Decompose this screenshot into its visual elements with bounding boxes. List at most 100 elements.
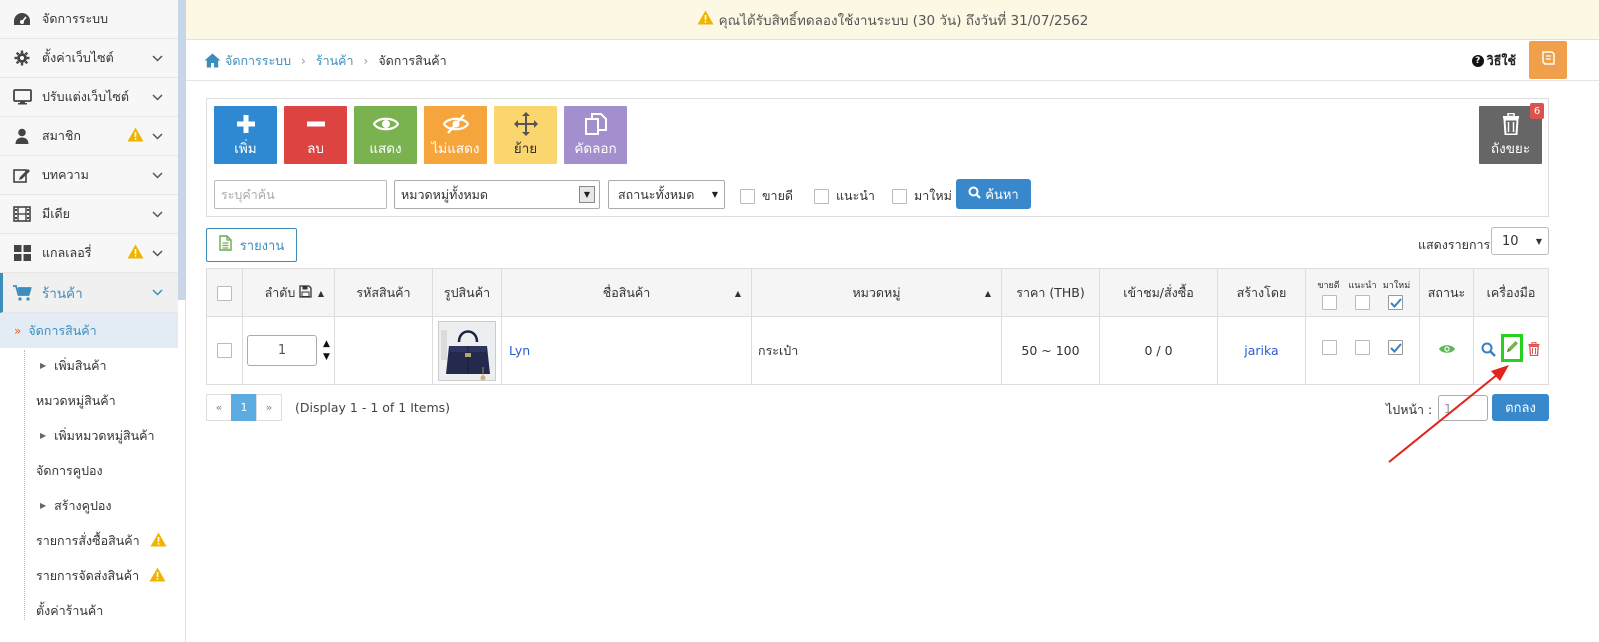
- hide-label: ไม่แสดง: [431, 141, 480, 157]
- header-name-label: ชื่อสินค้า: [602, 285, 651, 300]
- product-name-link[interactable]: Lyn: [509, 343, 530, 358]
- chevron-down-icon: [150, 54, 164, 62]
- per-page-select[interactable]: 10 ▼: [1491, 227, 1549, 255]
- question-icon: ?: [1471, 54, 1484, 67]
- pencil-icon[interactable]: [1506, 340, 1519, 356]
- report-label: รายงาน: [239, 238, 285, 254]
- edit-button-highlight[interactable]: [1501, 334, 1523, 362]
- sort-up-icon[interactable]: ▲: [985, 289, 991, 298]
- header-status: สถานะ: [1420, 269, 1474, 317]
- header-bestseller-checkbox[interactable]: [1322, 295, 1337, 310]
- sidebar-subitem-manage-coupons[interactable]: จัดการคูปอง: [0, 453, 178, 488]
- header-views-label: เข้าชม/สั่งซื้อ: [1123, 285, 1194, 300]
- bestseller-filter[interactable]: ขายดี: [740, 186, 793, 206]
- add-button[interactable]: เพิ่ม: [214, 106, 277, 164]
- user-icon: [11, 127, 33, 145]
- delete-trash-icon[interactable]: [1528, 341, 1540, 359]
- save-icon[interactable]: [299, 285, 313, 301]
- manual-button[interactable]: [1529, 41, 1567, 79]
- sidebar-subitem-create-coupon[interactable]: ▶ สร้างคูปอง: [0, 488, 178, 523]
- sidebar-subitem-add-product[interactable]: ▶ เพิ่มสินค้า: [0, 348, 178, 383]
- pagination-prev[interactable]: «: [206, 394, 232, 421]
- header-tools-label: เครื่องมือ: [1486, 285, 1536, 300]
- sidebar-item-gallery[interactable]: แกลเลอรี่: [0, 234, 178, 273]
- recommended-checkbox[interactable]: [814, 188, 829, 204]
- view-search-icon[interactable]: [1481, 342, 1496, 360]
- caret-down-icon: ▼: [1535, 236, 1542, 246]
- row-price-cell: 50 ~ 100: [1002, 317, 1100, 384]
- breadcrumb-shop[interactable]: ร้านค้า: [316, 51, 354, 71]
- sidebar-item-shop[interactable]: ร้านค้า: [0, 273, 178, 313]
- status-select-value: สถานะทั้งหมด: [618, 186, 695, 202]
- sidebar-item-dashboard[interactable]: จัดการระบบ: [0, 0, 178, 39]
- header-image-label: รูปสินค้า: [443, 285, 491, 300]
- bestseller-checkbox[interactable]: [740, 188, 755, 204]
- new-arrival-filter[interactable]: มาใหม่: [892, 186, 952, 206]
- show-button[interactable]: แสดง: [354, 106, 417, 164]
- breadcrumb-home[interactable]: จัดการระบบ: [225, 51, 291, 71]
- copy-label: คัดลอก: [574, 141, 617, 157]
- sidebar-subitem-orders[interactable]: รายการสั่งซื้อสินค้า: [0, 523, 178, 558]
- order-input[interactable]: 1: [247, 335, 318, 366]
- sidebar-subitem-manage-products[interactable]: » จัดการสินค้า: [0, 313, 178, 348]
- search-button[interactable]: ค้นหา: [956, 179, 1031, 209]
- film-icon: [11, 205, 33, 223]
- select-all-checkbox[interactable]: [217, 285, 232, 301]
- trash-button[interactable]: ถังขยะ 6: [1479, 103, 1544, 164]
- sidebar-item-articles[interactable]: บทความ: [0, 156, 178, 195]
- sidebar-subitem-add-category[interactable]: ▶ เพิ่มหมวดหมู่สินค้า: [0, 418, 178, 453]
- sort-up-icon[interactable]: ▲: [318, 289, 324, 298]
- row-new-checkbox[interactable]: [1388, 340, 1403, 355]
- book-icon: [1540, 50, 1556, 70]
- copy-button[interactable]: คัดลอก: [564, 106, 627, 164]
- header-category[interactable]: หมวดหมู่ ▲: [752, 269, 1002, 317]
- hide-button[interactable]: ไม่แสดง: [424, 106, 487, 164]
- sidebar-subitem-shipments[interactable]: รายการจัดส่งสินค้า: [0, 558, 178, 593]
- delete-button[interactable]: ลบ: [284, 106, 347, 164]
- header-views: เข้าชม/สั่งซื้อ: [1100, 269, 1218, 317]
- show-label: แสดง: [369, 141, 402, 157]
- row-recommended-checkbox[interactable]: [1355, 340, 1370, 355]
- help-link[interactable]: ? วิธีใช้: [1471, 51, 1516, 71]
- sort-up-icon[interactable]: ▲: [735, 289, 741, 298]
- sidebar-item-site-settings[interactable]: ตั้งค่าเว็บไซต์: [0, 39, 178, 78]
- sidebar-item-members[interactable]: สมาชิก: [0, 117, 178, 156]
- spinner-down-icon[interactable]: ▼: [323, 351, 330, 364]
- pagination-next[interactable]: »: [256, 394, 282, 421]
- warning-icon: [149, 567, 166, 585]
- header-name[interactable]: ชื่อสินค้า ▲: [502, 269, 752, 317]
- sidebar-subitem-product-categories[interactable]: หมวดหมู่สินค้า: [0, 383, 178, 418]
- header-new-checkbox[interactable]: [1388, 295, 1403, 310]
- search-input[interactable]: [214, 180, 387, 209]
- recommended-filter[interactable]: แนะนำ: [814, 186, 875, 206]
- warning-icon: [150, 532, 167, 550]
- sidebar-item-media[interactable]: มีเดีย: [0, 195, 178, 234]
- spinner-up-icon[interactable]: ▲: [323, 338, 330, 351]
- created-by-link[interactable]: jarika: [1244, 343, 1278, 358]
- product-thumbnail[interactable]: [438, 320, 496, 381]
- row-bestseller-checkbox[interactable]: [1322, 340, 1337, 355]
- sidebar-subitem-shop-settings[interactable]: ตั้งค่าร้านค้า: [0, 593, 178, 628]
- category-select[interactable]: หมวดหมู่ทั้งหมด ▼: [394, 180, 600, 209]
- header-created-by-label: สร้างโดย: [1236, 285, 1287, 300]
- header-order[interactable]: ลำดับ ▲: [243, 269, 335, 317]
- new-arrival-checkbox[interactable]: [892, 188, 907, 204]
- trash-label: ถังขยะ: [1490, 141, 1531, 157]
- help-label: วิธีใช้: [1486, 52, 1516, 68]
- move-button[interactable]: ย้าย: [494, 106, 557, 164]
- sidebar-scrollbar[interactable]: [178, 0, 186, 300]
- header-recommended-checkbox[interactable]: [1355, 295, 1370, 310]
- row-checkbox[interactable]: [217, 343, 232, 358]
- order-spinner[interactable]: ▲ ▼: [323, 338, 330, 364]
- status-select[interactable]: สถานะทั้งหมด ▼: [608, 180, 725, 209]
- document-icon: [219, 235, 240, 255]
- bestseller-label: ขายดี: [762, 188, 794, 203]
- pagination-page[interactable]: 1: [231, 394, 257, 421]
- caret-down-icon: ▼: [711, 190, 718, 199]
- sidebar-item-customize[interactable]: ปรับแต่งเว็บไซต์: [0, 78, 178, 117]
- sidebar-subitem-label: ตั้งค่าร้านค้า: [36, 602, 104, 618]
- home-icon[interactable]: [204, 53, 221, 68]
- header-select-all-cell: [207, 269, 243, 317]
- report-button[interactable]: รายงาน: [206, 228, 297, 262]
- visible-eye-icon[interactable]: [1438, 343, 1456, 358]
